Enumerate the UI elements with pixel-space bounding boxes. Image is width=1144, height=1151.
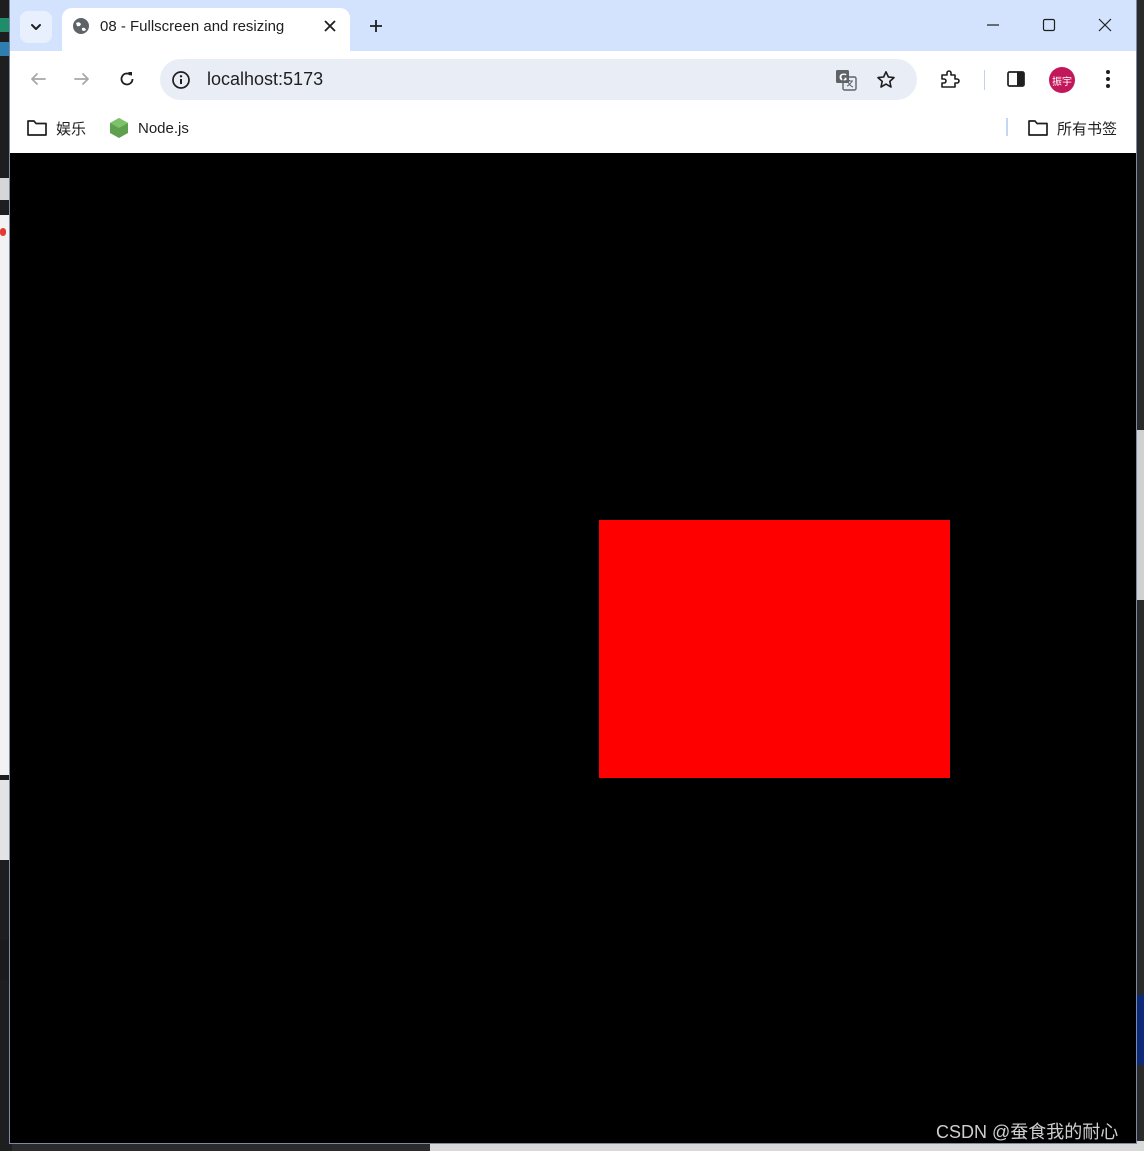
bookmark-folder-entertainment[interactable]: 娱乐 bbox=[26, 117, 86, 139]
bookmark-label: Node.js bbox=[138, 119, 189, 137]
nodejs-icon bbox=[108, 118, 130, 138]
back-button[interactable] bbox=[22, 63, 54, 95]
all-bookmarks-label: 所有书签 bbox=[1057, 120, 1118, 138]
bookmarks-bar: 娱乐 Node.js 所有书签 bbox=[10, 107, 1136, 153]
side-panel-icon bbox=[1007, 71, 1025, 87]
browser-window: 08 - Fullscreen and resizing localhost:5… bbox=[10, 0, 1136, 1143]
maximize-button[interactable] bbox=[1026, 8, 1072, 42]
folder-icon bbox=[1027, 118, 1049, 138]
profile-avatar[interactable]: 振宇 bbox=[1049, 67, 1075, 93]
chevron-down-icon bbox=[31, 24, 41, 30]
arrow-left-icon bbox=[31, 73, 46, 85]
extensions-button[interactable] bbox=[936, 65, 964, 93]
toolbar-separator bbox=[984, 70, 985, 90]
bookmark-label: 娱乐 bbox=[56, 120, 87, 138]
side-panel-button[interactable] bbox=[1002, 65, 1030, 93]
translate-button[interactable]: G bbox=[834, 69, 858, 91]
plus-icon bbox=[370, 20, 382, 32]
url-text[interactable]: localhost:5173 bbox=[207, 69, 323, 90]
maximize-icon bbox=[1042, 18, 1056, 32]
close-icon bbox=[1098, 18, 1112, 32]
red-cube-mesh bbox=[599, 520, 950, 778]
bookmarks-separator bbox=[1006, 118, 1008, 136]
tab-strip: 08 - Fullscreen and resizing bbox=[10, 0, 1136, 51]
site-info-button[interactable] bbox=[170, 69, 192, 91]
window-close-button[interactable] bbox=[1082, 8, 1128, 42]
bookmark-nodejs[interactable]: Node.js bbox=[108, 117, 189, 139]
globe-icon bbox=[73, 18, 89, 34]
address-bar[interactable]: localhost:5173 G bbox=[160, 59, 917, 100]
csdn-watermark: CSDN @蚕食我的耐心 bbox=[936, 1122, 1119, 1142]
all-bookmarks-button[interactable]: 所有书签 bbox=[1027, 117, 1117, 139]
close-icon bbox=[324, 20, 336, 32]
minimize-button[interactable] bbox=[970, 8, 1016, 42]
tab-close-button[interactable] bbox=[320, 16, 340, 36]
browser-toolbar: localhost:5173 G 振宇 bbox=[10, 51, 1136, 107]
info-icon bbox=[172, 71, 190, 89]
reload-icon bbox=[120, 72, 134, 86]
tab-title: 08 - Fullscreen and resizing bbox=[100, 18, 285, 35]
active-tab[interactable]: 08 - Fullscreen and resizing bbox=[62, 8, 350, 51]
tab-search-button[interactable] bbox=[20, 11, 52, 43]
minimize-icon bbox=[987, 24, 999, 26]
reload-button[interactable] bbox=[111, 63, 143, 95]
webgl-canvas[interactable] bbox=[10, 153, 1136, 1143]
puzzle-icon bbox=[941, 70, 960, 88]
arrow-right-icon bbox=[74, 73, 89, 85]
menu-button[interactable] bbox=[1094, 65, 1122, 93]
star-icon bbox=[877, 71, 895, 88]
bookmark-star-button[interactable] bbox=[874, 68, 898, 92]
more-vertical-icon bbox=[1106, 70, 1110, 88]
folder-icon bbox=[26, 118, 48, 138]
forward-button[interactable] bbox=[66, 63, 98, 95]
translate-icon: G bbox=[836, 70, 857, 91]
new-tab-button[interactable] bbox=[362, 12, 390, 40]
